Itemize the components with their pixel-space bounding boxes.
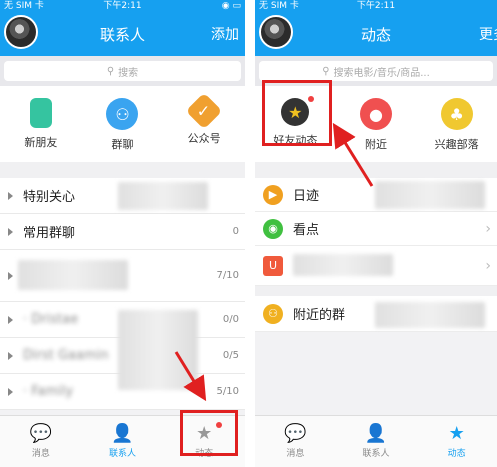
contacts-icon: 👤 xyxy=(111,422,134,444)
bag-icon: U xyxy=(263,255,283,276)
tab-label: 动态 xyxy=(447,449,466,459)
highlight-box xyxy=(180,410,238,456)
highlight-box xyxy=(262,80,332,146)
tab-messages[interactable]: 💬 消息 xyxy=(11,416,71,467)
nearby-button[interactable]: ● 附近 xyxy=(341,98,411,152)
group-count: 0/0 xyxy=(222,314,239,325)
groups-icon: ⚇ xyxy=(263,303,283,324)
divider xyxy=(255,162,497,178)
page-title: 动态 xyxy=(360,26,391,44)
public-account-button[interactable]: ✓ 公众号 xyxy=(169,92,239,146)
new-friend-icon xyxy=(29,98,52,128)
location-icon: ● xyxy=(359,98,392,130)
new-friends-button[interactable]: 新朋友 xyxy=(6,98,76,150)
quick-label: 兴趣部落 xyxy=(434,138,479,151)
group-label: Dirst Gaamin xyxy=(23,348,109,363)
feature-row-shop[interactable]: U › xyxy=(255,246,497,286)
status-bar: 无 SIM 卡 下午2:11 xyxy=(255,0,497,13)
quick-label: 公众号 xyxy=(187,132,221,145)
group-chat-button[interactable]: ⚇ 群聊 xyxy=(87,98,157,152)
search-placeholder: 搜索 xyxy=(118,67,139,79)
interest-tribe-button[interactable]: ♣ 兴趣部落 xyxy=(422,98,492,152)
group-icon: ⚇ xyxy=(106,98,139,130)
status-bar: 无 SIM 卡 下午2:11 ◉ ▭ xyxy=(0,0,245,13)
expand-icon xyxy=(8,387,13,396)
group-count: 7/10 xyxy=(216,270,239,281)
tab-messages[interactable]: 💬 消息 xyxy=(265,416,325,467)
star-icon: ★ xyxy=(448,422,465,444)
tab-contacts[interactable]: 👤 联系人 xyxy=(346,416,406,467)
expand-icon xyxy=(8,271,13,280)
group-label: · Dristae xyxy=(23,312,79,327)
tab-label: 联系人 xyxy=(108,449,136,459)
blurred-region xyxy=(375,181,485,209)
quick-entries: 新朋友 ⚇ 群聊 ✓ 公众号 xyxy=(0,86,245,162)
feature-label: 附近的群 xyxy=(293,308,346,323)
search-icon: ⚲ xyxy=(322,65,330,77)
group-count: 0 xyxy=(232,226,239,237)
blurred-region xyxy=(375,302,485,328)
divider xyxy=(255,286,497,296)
page-title: 联系人 xyxy=(99,26,145,44)
group-count: 5/10 xyxy=(216,386,239,397)
feature-row-diary[interactable]: ▶ 日迹 xyxy=(255,178,497,212)
quick-label: 附近 xyxy=(364,138,387,151)
search-input[interactable]: ⚲ 搜索 xyxy=(4,61,241,81)
diary-icon: ▶ xyxy=(263,184,283,205)
group-row[interactable]: 7/10 xyxy=(0,250,245,302)
chevron-right-icon: › xyxy=(485,220,491,237)
badge-icon: ✓ xyxy=(185,92,223,130)
feature-row-nearby-groups[interactable]: ⚇ 附近的群 xyxy=(255,296,497,332)
blurred-region xyxy=(293,254,393,276)
tab-feed[interactable]: ★ 动态 xyxy=(427,416,487,467)
blurred-region xyxy=(118,310,198,390)
quick-label: 群聊 xyxy=(111,138,134,151)
expand-icon xyxy=(8,191,13,200)
expand-icon xyxy=(8,351,13,360)
feed-screen: 无 SIM 卡 下午2:11 动态 更多 ⚲ 搜索电影/音乐/商品... ★ 好… xyxy=(255,0,497,467)
feature-label: 看点 xyxy=(293,223,320,238)
tab-bar: 💬 消息 👤 联系人 ★ 动态 xyxy=(255,415,497,467)
chevron-right-icon: › xyxy=(485,257,491,274)
group-count: 0/5 xyxy=(222,350,239,361)
feature-row-kandian[interactable]: ◉ 看点 › xyxy=(255,212,497,246)
add-button[interactable]: 添加 xyxy=(211,24,239,44)
tab-label: 消息 xyxy=(31,449,50,459)
group-label: · Family xyxy=(23,384,74,399)
group-row[interactable]: 特别关心 xyxy=(0,178,245,214)
message-icon: 💬 xyxy=(29,422,53,444)
divider xyxy=(0,162,245,178)
search-placeholder: 搜索电影/音乐/商品... xyxy=(333,67,430,79)
clock: 下午2:11 xyxy=(356,1,396,11)
group-row[interactable]: 常用群聊 0 xyxy=(0,214,245,250)
contacts-screen: 无 SIM 卡 下午2:11 ◉ ▭ 联系人 添加 ⚲ 搜索 新朋友 ⚇ 群聊 … xyxy=(0,0,248,467)
top-bar: 动态 更多 xyxy=(255,13,497,56)
message-icon: 💬 xyxy=(284,422,307,444)
clock: 下午2:11 xyxy=(103,1,142,11)
tab-contacts[interactable]: 👤 联系人 xyxy=(92,416,152,467)
top-bar: 联系人 添加 xyxy=(0,13,245,56)
quick-label: 新朋友 xyxy=(24,136,58,149)
feature-label: 日迹 xyxy=(293,189,320,204)
contacts-icon: 👤 xyxy=(364,422,388,444)
blurred-region xyxy=(18,260,128,290)
tab-label: 消息 xyxy=(286,449,305,459)
tribe-icon: ♣ xyxy=(440,98,473,130)
battery-icon: ◉ ▭ xyxy=(221,1,241,11)
expand-icon xyxy=(8,315,13,324)
more-button[interactable]: 更多 xyxy=(479,24,497,44)
group-label: 特别关心 xyxy=(23,190,76,205)
tab-label: 联系人 xyxy=(362,449,390,459)
group-label: 常用群聊 xyxy=(23,226,76,241)
expand-icon xyxy=(8,227,13,236)
search-input[interactable]: ⚲ 搜索电影/音乐/商品... xyxy=(259,61,493,81)
blurred-region xyxy=(118,182,208,210)
eye-icon: ◉ xyxy=(263,218,283,239)
search-icon: ⚲ xyxy=(106,65,115,77)
search-bar: ⚲ 搜索 xyxy=(0,56,245,86)
